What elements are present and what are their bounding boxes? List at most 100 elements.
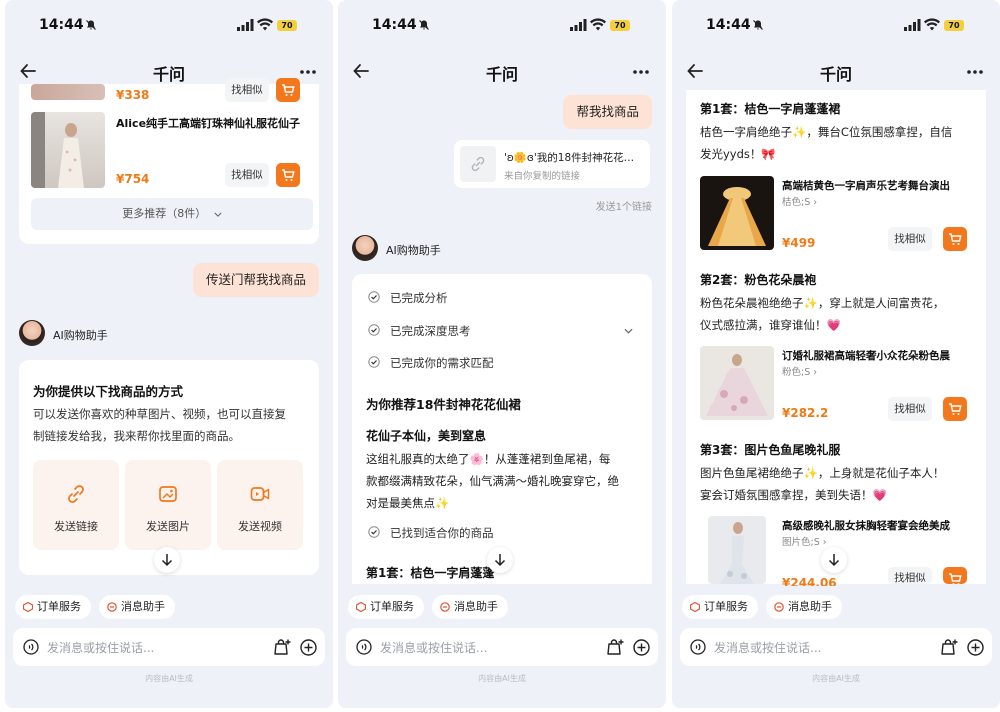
product-spec[interactable]: 桔色;S › [782,194,817,208]
assistant-name: AI购物助手 [53,329,108,342]
message-assistant-label: 消息助手 [454,600,498,613]
find-similar-button-top[interactable]: 找相似 [225,78,269,102]
signal-icon [237,19,254,31]
more-options-icon[interactable] [966,69,984,75]
order-service-chip[interactable]: 订单服务 [15,595,91,619]
message-input[interactable]: 发消息或按住说话... [714,639,821,656]
add-to-cart-button-top[interactable] [276,78,300,102]
find-similar-button[interactable]: 找相似 [888,397,932,421]
recommend-body-line1: 这组礼服真的太绝了🌸！从蓬蓬裙到鱼尾裙，每 [366,452,611,466]
send-link-option[interactable]: 发送链接 [33,460,119,550]
chevron-down-icon[interactable] [624,328,633,334]
assistant-name: AI购物助手 [386,244,441,257]
message-assistant-chip[interactable]: 消息助手 [432,595,508,619]
more-recommend-button[interactable]: 更多推荐（8件） [31,198,313,230]
assistant-avatar [19,320,45,346]
recommend-subheading: 花仙子本仙，美到窒息 [366,429,487,443]
order-service-chip[interactable]: 订单服务 [348,595,424,619]
ai-disclaimer: 内容由AI生成 [145,674,193,683]
order-service-label: 订单服务 [704,600,748,613]
phone-screen-3: 14:44 70 千问 第1套：桔色一字肩蓬蓬裙 桔色一字肩绝绝子✨，舞台C位氛… [672,0,1000,708]
message-icon [774,602,784,612]
recommend-heading: 为你推荐18件封神花花仙裙 [366,397,521,412]
wifi-icon [924,18,940,31]
plus-icon[interactable] [300,639,317,656]
voice-icon[interactable] [690,639,706,655]
cart-icon [949,573,962,584]
product-thumbnail[interactable] [708,516,766,584]
mute-bell-icon [753,20,763,30]
message-input-bar: 发消息或按住说话... [680,628,992,666]
ai-disclaimer: 内容由AI生成 [478,674,526,683]
assistant-avatar [352,235,378,261]
message-input[interactable]: 发消息或按住说话... [47,639,154,656]
shopping-bag-icon[interactable] [606,638,624,656]
product-thumbnail[interactable] [31,112,105,188]
message-assistant-chip[interactable]: 消息助手 [766,595,842,619]
send-video-label: 发送视频 [238,520,282,533]
arrow-down-icon [494,554,506,567]
cart-icon [282,84,295,96]
message-icon [440,602,450,612]
product-thumbnail[interactable] [700,176,774,250]
step-analysis: 已完成分析 [390,291,448,305]
link-icon [68,485,84,503]
arrow-down-icon [161,554,173,567]
plus-icon[interactable] [633,639,650,656]
product-price: ¥754 [116,172,150,186]
link-subtitle: 来自你复制的链接 [504,171,581,182]
product-list-card: ¥338 找相似 Alice纯手工高端钉珠神仙礼服花仙子 ¥754 找相似 更多… [19,78,319,244]
product-title[interactable]: 高端桔黄色一字肩声乐艺考舞台演出 [782,178,950,193]
order-service-label: 订单服务 [370,600,414,613]
more-options-icon[interactable] [632,69,650,75]
product-title[interactable]: 订婚礼服裙高端轻奢小众花朵粉色晨 [782,348,950,363]
add-to-cart-button[interactable] [943,397,967,421]
scroll-down-button[interactable] [821,547,847,573]
voice-icon[interactable] [23,639,39,655]
product-price-top: ¥338 [116,88,150,102]
status-time: 14:44 [706,17,751,33]
more-options-icon[interactable] [299,69,317,75]
package-icon [690,602,700,612]
product-thumbnail[interactable] [700,346,774,420]
wifi-icon [257,18,273,31]
methods-description-line2: 制链接发给我，我来帮你找里面的商品。 [33,429,240,443]
message-input-bar: 发消息或按住说话... [346,628,658,666]
status-time: 14:44 [39,17,84,33]
add-to-cart-button[interactable] [943,227,967,251]
video-icon [250,487,270,501]
methods-description-line1: 可以发送你喜欢的种草图片、视频，也可以直接复 [33,407,286,421]
recommend-body-line3: 对是最美焦点✨ [366,496,450,510]
message-assistant-chip[interactable]: 消息助手 [99,595,175,619]
arrow-down-icon [828,554,840,567]
voice-icon[interactable] [356,639,372,655]
message-input[interactable]: 发消息或按住说话... [380,639,487,656]
add-to-cart-button[interactable] [943,567,967,584]
scroll-down-button[interactable] [154,547,180,573]
find-similar-button[interactable]: 找相似 [225,163,269,187]
plus-icon[interactable] [967,639,984,656]
scroll-down-button[interactable] [487,547,513,573]
phone-screen-1: 14:44 70 千问 ¥338 找相似 Alice纯手工高端钉珠神仙礼服花仙子… [5,0,333,708]
product-title[interactable]: Alice纯手工高端钉珠神仙礼服花仙子 [116,115,300,131]
order-service-chip[interactable]: 订单服务 [682,595,758,619]
product-spec[interactable]: 图片色;S › [782,534,827,548]
shopping-bag-icon[interactable] [273,638,291,656]
product-title[interactable]: 高级感晚礼服女抹胸轻奢宴会绝美成 [782,518,950,533]
cart-icon [949,233,962,245]
message-assistant-label: 消息助手 [121,600,165,613]
check-circle-icon [368,356,380,368]
find-similar-button[interactable]: 找相似 [888,227,932,251]
send-video-option[interactable]: 发送视频 [217,460,303,550]
add-to-cart-button[interactable] [276,163,300,187]
find-similar-button[interactable]: 找相似 [888,567,932,584]
assistant-reply-card: 已完成分析 已完成深度思考 已完成你的需求匹配 为你推荐18件封神花花仙裙 花仙… [352,274,652,584]
signal-icon [570,19,587,31]
set-heading: 第3套：图片色鱼尾晚礼服 [700,443,841,457]
send-image-option[interactable]: 发送图片 [125,460,211,550]
shopping-bag-icon[interactable] [940,638,958,656]
set-heading: 第1套：桔色一字肩蓬蓬裙 [700,102,841,116]
product-spec[interactable]: 粉色;S › [782,364,817,378]
order-service-label: 订单服务 [37,600,81,613]
link-card[interactable]: 'ʚ🌼ɞ'我的18件封神花花… 来自你复制的链接 [454,140,650,188]
